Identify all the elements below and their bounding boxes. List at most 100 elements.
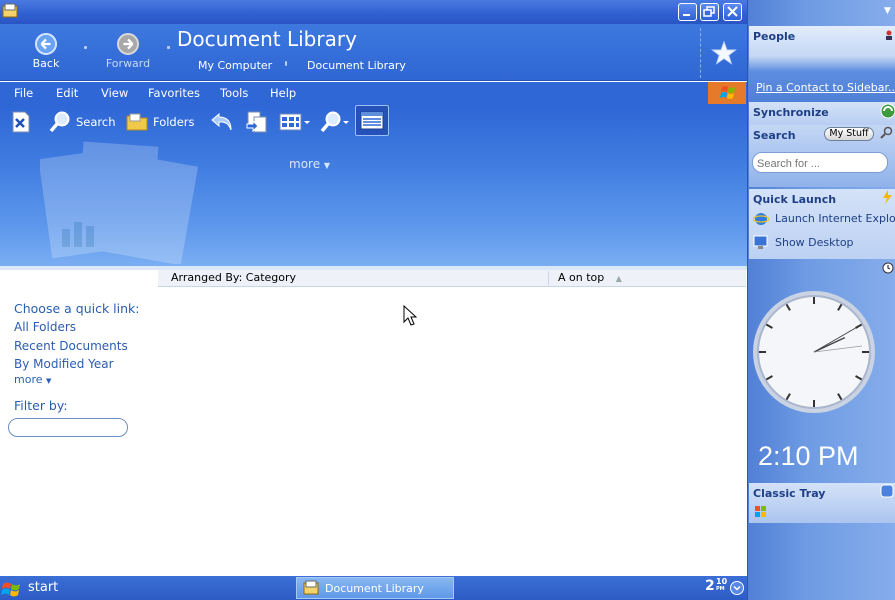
restore-button[interactable] xyxy=(700,3,719,21)
copy-document-icon xyxy=(246,111,267,133)
page-title: Document Library xyxy=(177,27,357,51)
people-title[interactable]: People xyxy=(753,30,795,43)
delete-document-icon xyxy=(12,111,30,133)
quick-link-heading: Choose a quick link: xyxy=(14,301,140,316)
more-toolbar-link[interactable]: more ▼ xyxy=(289,157,330,171)
toolbar-area: Search Folders more ▼ xyxy=(0,104,747,266)
sort-ascending-icon: ▲ xyxy=(615,274,622,283)
quick-link-panel: Choose a quick link: All Folders Recent … xyxy=(0,270,158,576)
undo-button[interactable] xyxy=(209,108,235,136)
analog-clock xyxy=(753,291,875,413)
details-view-button[interactable] xyxy=(355,105,389,136)
tray-hour: 2 xyxy=(705,578,715,594)
classic-tray-tile: Classic Tray xyxy=(749,483,895,523)
start-button[interactable]: start xyxy=(0,576,110,600)
documents-watermark-icon xyxy=(40,141,199,264)
views-dropdown[interactable] xyxy=(279,108,311,136)
star-icon[interactable] xyxy=(711,40,737,66)
menu-favorites[interactable]: Favorites xyxy=(148,86,200,100)
classic-tray-title: Classic Tray xyxy=(753,487,826,500)
menu-tools[interactable]: Tools xyxy=(220,86,248,100)
search-button[interactable]: Search xyxy=(48,108,116,136)
chevron-down-icon: ▼ xyxy=(46,377,52,385)
file-list[interactable] xyxy=(158,288,746,576)
windows-flag-logo xyxy=(708,82,746,104)
search-title: Search xyxy=(753,129,796,142)
minimize-button[interactable] xyxy=(678,3,697,21)
quick-link-by-modified-year[interactable]: By Modified Year xyxy=(14,357,114,371)
breadcrumb-my-computer[interactable]: My Computer xyxy=(198,59,272,72)
close-icon xyxy=(727,6,738,17)
breadcrumb-document-library[interactable]: Document Library xyxy=(307,59,406,72)
tray-ampm: PM xyxy=(716,586,725,592)
windows-messenger-icon[interactable] xyxy=(753,504,769,520)
header-divider xyxy=(700,28,701,78)
menu-bar: File Edit View Favorites Tools Help xyxy=(0,82,747,104)
menu-file[interactable]: File xyxy=(14,86,33,100)
quick-link-more[interactable]: more ▼ xyxy=(14,373,51,386)
search-label: Search xyxy=(76,115,116,129)
taskbar-item-label: Document Library xyxy=(325,581,424,595)
delete-button[interactable] xyxy=(10,108,32,136)
lightning-icon xyxy=(883,190,892,204)
sidebar-menu-chevron-icon[interactable]: ▼ xyxy=(884,6,891,16)
details-view-icon xyxy=(360,111,384,130)
windows-flag-icon xyxy=(720,86,735,99)
back-arrow-icon xyxy=(35,33,57,55)
taskbar: start Document Library 2 10 PM xyxy=(0,576,747,600)
synchronize-tile: Synchronize xyxy=(749,102,895,125)
chevron-down-icon[interactable] xyxy=(730,581,744,595)
minimize-icon xyxy=(683,14,690,16)
forward-label: Forward xyxy=(105,57,151,70)
list-column-header: Arranged By: Category A on top ▲ xyxy=(158,270,746,287)
show-desktop-link[interactable]: Show Desktop xyxy=(775,236,854,249)
breadcrumb-separator xyxy=(285,61,287,66)
close-button[interactable] xyxy=(723,3,742,21)
undo-arrow-icon xyxy=(211,112,232,131)
filter-input[interactable] xyxy=(8,418,128,437)
explorer-window: Back Forward Document Library My Compute… xyxy=(0,0,747,576)
sort-order-label: A on top xyxy=(558,271,605,284)
document-library-icon xyxy=(2,3,18,18)
sidebar-search-input[interactable] xyxy=(752,152,888,173)
windows-logo-icon xyxy=(1,582,20,597)
launch-internet-explorer-link[interactable]: Launch Internet Explorer xyxy=(775,212,895,225)
menu-view[interactable]: View xyxy=(101,86,128,100)
document-library-icon xyxy=(303,580,319,595)
address-header: Back Forward Document Library My Compute… xyxy=(0,24,747,81)
forward-arrow-icon xyxy=(117,33,139,55)
quick-link-all-folders[interactable]: All Folders xyxy=(14,320,76,334)
views-grid-icon xyxy=(279,113,310,131)
separator xyxy=(167,46,170,49)
mouse-cursor-icon xyxy=(403,305,417,326)
synchronize-title[interactable]: Synchronize xyxy=(753,106,829,119)
more-label: more xyxy=(289,157,321,171)
quick-link-recent-documents[interactable]: Recent Documents xyxy=(14,339,128,353)
sync-icon[interactable] xyxy=(880,103,895,119)
taskbar-item-document-library[interactable]: Document Library xyxy=(296,577,454,599)
search-options-dropdown[interactable] xyxy=(318,108,352,136)
title-bar[interactable] xyxy=(0,0,747,24)
restore-icon xyxy=(703,6,715,17)
back-button[interactable]: Back xyxy=(28,33,64,70)
tray-settings-icon[interactable] xyxy=(880,484,894,498)
show-desktop-icon xyxy=(753,235,768,249)
folders-label: Folders xyxy=(153,115,195,129)
folders-button[interactable]: Folders xyxy=(125,108,195,136)
menu-help[interactable]: Help xyxy=(270,86,296,100)
arranged-by-column[interactable]: Arranged By: Category xyxy=(171,271,296,284)
my-stuff-button[interactable]: My Stuff xyxy=(824,127,874,141)
quick-launch-tile: Quick Launch Launch Internet Explorer Sh… xyxy=(749,189,895,259)
separator xyxy=(84,46,87,49)
menu-edit[interactable]: Edit xyxy=(56,86,78,100)
folder-icon xyxy=(126,113,148,131)
clock-settings-icon[interactable] xyxy=(882,262,894,274)
sort-order-column[interactable]: A on top ▲ xyxy=(558,271,622,284)
column-separator xyxy=(548,271,549,285)
tray-clock[interactable]: 2 10 PM xyxy=(705,577,727,594)
desktop-sidebar: ▼ People Pin a Contact to Sidebar... Syn… xyxy=(747,0,895,600)
pin-contact-link[interactable]: Pin a Contact to Sidebar... xyxy=(756,81,895,94)
forward-button[interactable]: Forward xyxy=(104,33,152,70)
move-to-button[interactable] xyxy=(245,108,271,136)
quick-launch-title: Quick Launch xyxy=(753,193,837,206)
